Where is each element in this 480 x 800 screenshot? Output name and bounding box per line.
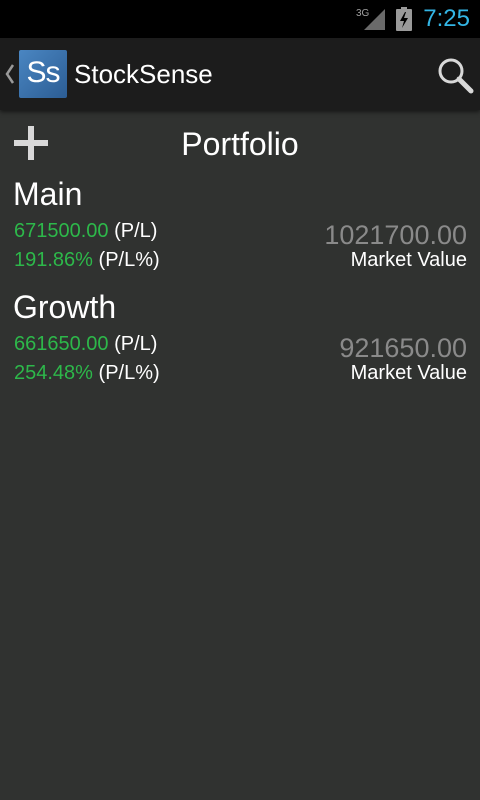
portfolio-name: Growth [13,289,117,325]
market-value: 921650.00 [339,333,467,363]
screen: 3G 7:25 Ss StockSense Portfolio Main 671… [0,0,480,800]
market-value-label: Market Value [350,362,467,384]
search-icon[interactable] [436,56,474,94]
market-value: 1021700.00 [324,220,467,250]
battery-charging-icon [396,7,412,31]
pl-percent: 254.48% [14,362,93,384]
market-value-label: Market Value [350,249,467,271]
app-logo[interactable]: Ss [19,50,67,98]
pl-percent-suffix: (P/L%) [98,249,160,271]
pl-value-line: 661650.00 (P/L) [14,332,157,356]
pl-percent-line: 191.86% (P/L%) [14,248,160,272]
pl-percent-line: 254.48% (P/L%) [14,361,160,385]
up-caret-icon[interactable] [5,63,15,85]
pl-percent: 191.86% [14,249,93,271]
app-logo-text: Ss [26,56,60,89]
pl-suffix: (P/L) [114,220,158,242]
portfolio-name: Main [13,176,83,212]
portfolio-item-main[interactable]: Main 671500.00 (P/L) 191.86% (P/L%) 1021… [0,176,480,286]
portfolio-item-growth[interactable]: Growth 661650.00 (P/L) 254.48% (P/L%) 92… [0,289,480,399]
pl-value: 671500.00 [14,220,109,242]
pl-percent-suffix: (P/L%) [98,362,160,384]
action-bar: Ss StockSense [0,38,480,110]
pl-value: 661650.00 [14,333,109,355]
status-clock: 7:25 [423,5,470,32]
pl-suffix: (P/L) [114,333,158,355]
page-title: Portfolio [181,126,299,162]
signal-3g-icon: 3G [356,8,385,30]
pl-value-line: 671500.00 (P/L) [14,219,157,243]
status-bar: 3G 7:25 [0,0,480,38]
app-title: StockSense [74,59,213,89]
network-label: 3G [356,8,370,19]
